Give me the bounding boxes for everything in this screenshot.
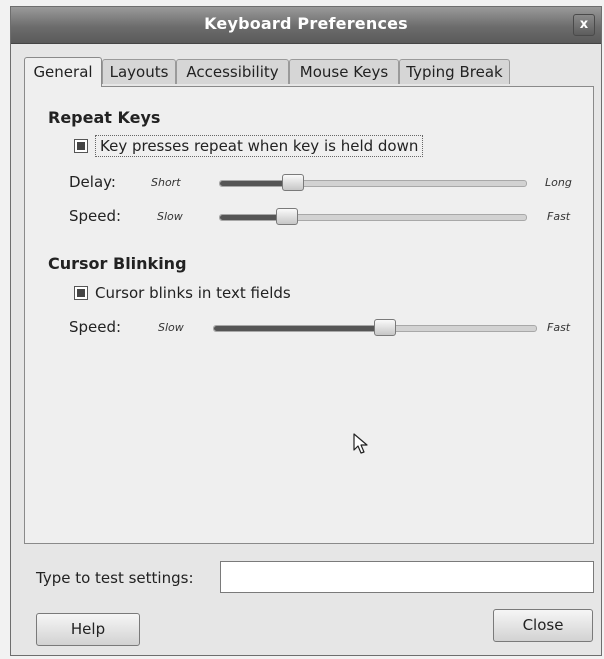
type-to-test-label: Type to test settings: [36,569,194,587]
repeat-speed-slider-track[interactable] [219,208,527,225]
repeat-speed-slider-row: Speed: Slow Fast [69,207,581,229]
blink-speed-min-label: Slow [158,321,184,334]
blink-speed-slider-fill [214,326,385,331]
repeat-speed-min-label: Slow [157,210,183,223]
repeat-speed-label: Speed: [69,207,122,225]
repeat-keys-checkbox-row[interactable]: Key presses repeat when key is held down [74,135,424,157]
repeat-keys-heading: Repeat Keys [48,108,161,127]
delay-slider-thumb[interactable] [282,174,305,191]
tab-mouse-keys[interactable]: Mouse Keys [289,59,399,84]
delay-slider-track[interactable] [219,174,527,191]
window-close-button[interactable]: x [573,14,595,36]
repeat-keys-checkbox[interactable] [74,139,88,153]
blink-speed-label: Speed: [69,318,122,336]
cursor-blink-checkbox-label: Cursor blinks in text fields [95,284,291,302]
delay-min-label: Short [151,176,181,189]
delay-label: Delay: [69,173,116,191]
close-button[interactable]: Close [493,609,593,642]
cursor-blinking-heading: Cursor Blinking [48,254,187,273]
delay-slider-row: Delay: Short Long [69,173,581,195]
test-settings-input[interactable] [220,561,594,593]
title-bar[interactable]: Keyboard Preferences x [11,7,601,44]
cursor-blink-checkbox[interactable] [74,286,88,300]
repeat-speed-max-label: Fast [547,210,571,223]
blink-speed-max-label: Fast [547,321,571,334]
tab-accessibility[interactable]: Accessibility [176,59,289,84]
tab-layouts[interactable]: Layouts [102,59,176,84]
cursor-blink-checkbox-row[interactable]: Cursor blinks in text fields [74,284,291,302]
tab-general[interactable]: General [24,57,102,87]
repeat-keys-checkbox-label: Key presses repeat when key is held down [95,135,424,157]
blink-speed-slider-track[interactable] [213,319,537,336]
repeat-speed-slider-thumb[interactable] [276,208,299,225]
general-tab-panel: Repeat Keys Key presses repeat when key … [24,86,594,544]
delay-max-label: Long [545,176,572,189]
tab-typing-break[interactable]: Typing Break [399,59,510,84]
window-title: Keyboard Preferences [204,14,408,33]
help-button[interactable]: Help [36,613,140,646]
blink-speed-slider-row: Speed: Slow Fast [69,318,581,340]
mouse-pointer-icon [353,433,369,459]
blink-speed-slider-thumb[interactable] [373,319,396,336]
